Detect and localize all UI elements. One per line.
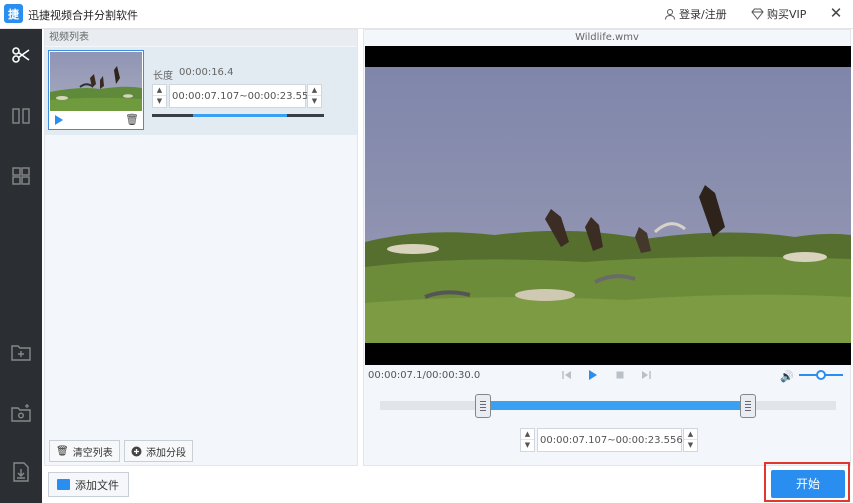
end-time-stepper[interactable]: ▲ ▼ [307, 84, 322, 108]
login-label: 登录/注册 [679, 8, 727, 21]
grid-icon [12, 167, 30, 185]
sidebar-item-settings-folder[interactable] [0, 393, 42, 433]
add-segment-button[interactable]: 添加分段 [124, 440, 193, 462]
chevron-up-icon[interactable]: ▲ [308, 85, 321, 96]
previous-frame-icon[interactable] [562, 370, 572, 380]
video-frame[interactable] [365, 46, 851, 365]
login-button[interactable]: 登录/注册 [664, 6, 727, 22]
close-icon[interactable]: ✕ [826, 3, 846, 23]
sidebar-item-export[interactable] [0, 452, 42, 492]
chevron-up-icon[interactable]: ▲ [153, 85, 166, 96]
clip-thumbnail[interactable]: 🗑 [48, 50, 144, 130]
vip-label: 购买VIP [767, 8, 807, 21]
trash-icon[interactable]: 🗑 [125, 113, 139, 126]
chevron-down-icon[interactable]: ▼ [521, 440, 534, 451]
sidebar-item-merge[interactable] [0, 96, 42, 136]
export-icon [13, 462, 29, 482]
preview-range-editor: ▲ ▼ 00:00:07.107 ~ 00:00:23.556 ▲ ▼ [520, 428, 698, 452]
trim-start-handle[interactable] [475, 394, 492, 418]
video-list-header: 视频列表 [45, 30, 357, 46]
length-value: 00:00:16.4 [179, 67, 234, 78]
start-time-stepper[interactable]: ▲ ▼ [152, 84, 167, 108]
trash-icon: 🗑 [56, 445, 69, 457]
volume-slider-handle[interactable] [816, 370, 826, 380]
play-icon[interactable] [55, 115, 63, 125]
sidebar-item-add-folder[interactable] [0, 332, 42, 372]
chevron-up-icon[interactable]: ▲ [684, 429, 697, 440]
split-columns-icon [12, 108, 30, 124]
buy-vip-button[interactable]: 购买VIP [751, 6, 806, 22]
clip-selection-fill [192, 114, 287, 117]
trim-start-time[interactable]: 00:00:07.107 [540, 435, 607, 446]
sidebar-item-cut[interactable] [0, 35, 42, 75]
app-title: 迅捷视频合并分割软件 [28, 9, 138, 22]
end-time-stepper[interactable]: ▲ ▼ [683, 428, 698, 452]
thumbnail-image [50, 52, 142, 111]
preview-file-name: Wildlife.wmv [575, 32, 639, 43]
list-item[interactable]: 🗑 长度 00:00:16.4 ▲ ▼ 00:00:07.107 ~ 00:00… [45, 47, 357, 135]
app-logo: 捷 [4, 4, 23, 23]
user-icon [665, 9, 675, 20]
add-segment-label: 添加分段 [146, 447, 186, 459]
plus-circle-icon [131, 446, 142, 456]
chevron-down-icon[interactable]: ▼ [684, 440, 697, 451]
video-list-panel: 视频列表 🗑 长度 00:00:16.4 ▲ ▼ 00:00:07.107 ~ … [44, 29, 358, 466]
chevron-down-icon[interactable]: ▼ [153, 96, 166, 107]
thumbnail-toolbar: 🗑 [49, 112, 143, 129]
range-separator: ~ [607, 434, 616, 446]
clear-list-button[interactable]: 🗑 清空列表 [49, 440, 120, 462]
clip-start-time[interactable]: 00:00:07.107 [172, 91, 239, 102]
stop-icon[interactable] [615, 370, 625, 380]
length-label: 长度 [153, 71, 173, 82]
sidebar [0, 29, 42, 503]
preview-panel: Wildlife.wmv 00:00:07.1/00:00:30.0 🔊 ▲ ▼… [363, 29, 851, 466]
scissors-icon [12, 47, 30, 63]
add-file-icon [57, 479, 70, 490]
clip-progress-bar [152, 114, 324, 117]
start-time-stepper[interactable]: ▲ ▼ [520, 428, 535, 452]
trim-end-time[interactable]: 00:00:23.556 [616, 435, 683, 446]
title-bar: 捷 迅捷视频合并分割软件 登录/注册 购买VIP ✕ [0, 0, 853, 29]
volume-icon[interactable]: 🔊 [780, 370, 794, 383]
add-file-label: 添加文件 [75, 478, 119, 492]
trim-selection [483, 401, 748, 410]
clip-range-editor: ▲ ▼ 00:00:07.107 ~ 00:00:23.556 ▲ ▼ [152, 84, 324, 108]
next-frame-icon[interactable] [641, 370, 651, 380]
clip-end-time[interactable]: 00:00:23.556 [248, 91, 315, 102]
playback-time: 00:00:07.1/00:00:30.0 [368, 370, 481, 381]
folder-gear-icon [11, 404, 31, 422]
video-image [365, 67, 851, 343]
start-button[interactable]: 开始 [771, 470, 845, 498]
trim-end-handle[interactable] [739, 394, 756, 418]
clear-list-label: 清空列表 [72, 447, 113, 459]
range-separator: ~ [239, 90, 248, 102]
clip-time-range-field[interactable]: 00:00:07.107 ~ 00:00:23.556 [169, 84, 315, 108]
chevron-down-icon[interactable]: ▼ [308, 96, 321, 107]
add-file-button[interactable]: 添加文件 [48, 472, 129, 497]
list-footer: 🗑 清空列表 添加分段 [45, 435, 357, 465]
sidebar-item-grid[interactable] [0, 156, 42, 196]
diamond-icon [751, 8, 764, 20]
play-icon[interactable] [588, 370, 598, 380]
preview-time-range-field[interactable]: 00:00:07.107 ~ 00:00:23.556 [537, 428, 683, 452]
folder-plus-icon [11, 345, 31, 361]
chevron-up-icon[interactable]: ▲ [521, 429, 534, 440]
